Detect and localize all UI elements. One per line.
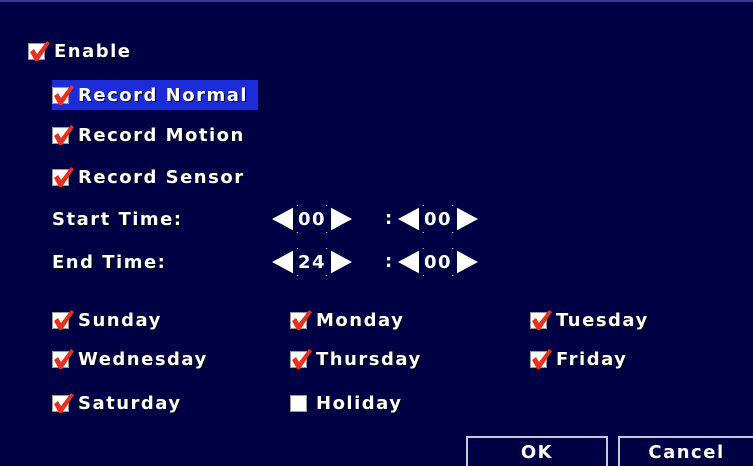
day-saturday-checkbox[interactable] [52, 393, 74, 413]
day-friday-label: Friday [556, 348, 628, 370]
day-wednesday-label: Wednesday [78, 348, 208, 370]
record-normal-row[interactable]: Record Normal [52, 80, 259, 110]
start-hour-value: 00 [293, 206, 331, 232]
day-thursday-checkbox[interactable] [290, 349, 312, 369]
record-sensor-row[interactable]: Record Sensor [52, 162, 245, 192]
day-holiday-row[interactable]: Holiday [290, 388, 402, 418]
ok-button[interactable]: OK [466, 436, 608, 466]
start-minute-spinner[interactable]: 00 [398, 205, 478, 233]
record-sensor-checkbox[interactable] [52, 167, 74, 187]
day-monday-label: Monday [316, 309, 405, 331]
day-monday-checkbox[interactable] [290, 310, 312, 330]
day-sunday-label: Sunday [78, 309, 162, 331]
check-mark-icon [54, 85, 74, 105]
start-time-label: Start Time: [52, 208, 183, 230]
record-sensor-label: Record Sensor [78, 166, 245, 188]
record-motion-label: Record Motion [78, 124, 245, 146]
record-normal-label: Record Normal [78, 84, 249, 106]
day-thursday-row[interactable]: Thursday [290, 344, 422, 374]
day-saturday-row[interactable]: Saturday [52, 388, 182, 418]
day-sunday-checkbox[interactable] [52, 310, 74, 330]
cancel-button[interactable]: Cancel [618, 436, 753, 466]
enable-checkbox-row[interactable]: Enable [28, 36, 132, 66]
record-motion-row[interactable]: Record Motion [52, 120, 245, 150]
day-thursday-label: Thursday [316, 348, 422, 370]
start-minute-value: 00 [419, 206, 457, 232]
end-minute-value: 00 [419, 249, 457, 275]
day-saturday-label: Saturday [78, 392, 182, 414]
end-hour-value: 24 [293, 249, 331, 275]
day-monday-row[interactable]: Monday [290, 305, 404, 335]
record-motion-checkbox[interactable] [52, 125, 74, 145]
end-minute-spinner[interactable]: 00 [398, 248, 478, 276]
checkbox-box [290, 395, 307, 412]
check-mark-icon [532, 310, 552, 330]
day-friday-checkbox[interactable] [530, 349, 552, 369]
check-mark-icon [54, 167, 74, 187]
day-sunday-row[interactable]: Sunday [52, 305, 162, 335]
day-wednesday-checkbox[interactable] [52, 349, 74, 369]
start-hour-spinner[interactable]: 00 [272, 205, 352, 233]
check-mark-icon [54, 125, 74, 145]
end-hour-spinner[interactable]: 24 [272, 248, 352, 276]
end-time-colon: : [385, 251, 393, 272]
day-holiday-label: Holiday [316, 392, 403, 414]
day-wednesday-row[interactable]: Wednesday [52, 344, 208, 374]
end-time-label: End Time: [52, 251, 167, 273]
check-mark-icon [292, 310, 312, 330]
day-holiday-checkbox[interactable] [290, 393, 310, 413]
check-mark-icon [292, 349, 312, 369]
enable-label: Enable [54, 40, 132, 62]
start-time-colon: : [385, 208, 393, 229]
day-tuesday-label: Tuesday [556, 309, 649, 331]
day-tuesday-checkbox[interactable] [530, 310, 552, 330]
check-mark-icon [54, 349, 74, 369]
schedule-panel: Enable Record Normal Record Motion Recor… [0, 0, 753, 466]
record-normal-checkbox[interactable] [52, 85, 74, 105]
check-mark-icon [54, 310, 74, 330]
check-mark-icon [30, 41, 50, 61]
check-mark-icon [54, 393, 74, 413]
day-friday-row[interactable]: Friday [530, 344, 627, 374]
check-mark-icon [532, 349, 552, 369]
enable-checkbox[interactable] [28, 41, 50, 61]
day-tuesday-row[interactable]: Tuesday [530, 305, 649, 335]
